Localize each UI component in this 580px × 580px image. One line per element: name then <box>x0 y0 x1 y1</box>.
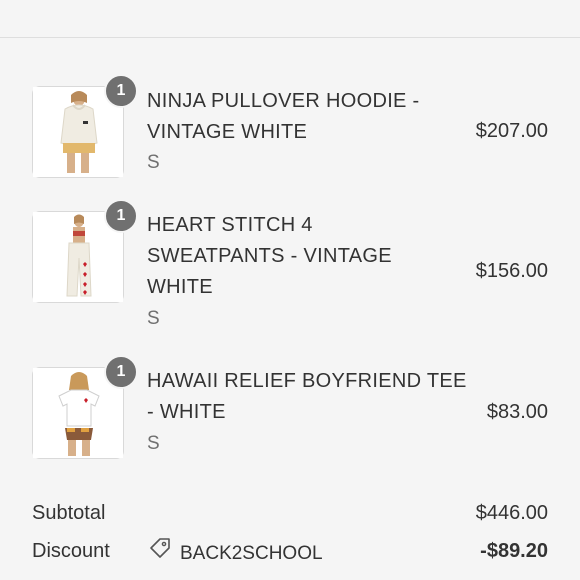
product-name[interactable]: HAWAII RELIEF BOYFRIEND TEE - WHITE <box>147 366 467 428</box>
discount-code-chip: BACK2SCHOOL <box>148 536 323 570</box>
tag-icon <box>148 536 172 570</box>
product-price: $207.00 <box>475 120 548 142</box>
product-name-line: VINTAGE WHITE <box>147 121 308 143</box>
quantity-badge: 1 <box>104 355 138 389</box>
product-name-line: SWEATPANTS - VINTAGE <box>147 245 392 267</box>
product-name-line: HEART STITCH 4 <box>147 214 313 236</box>
product-variant: S <box>147 152 160 173</box>
product-name-line: - WHITE <box>147 401 226 423</box>
product-variant: S <box>147 433 160 454</box>
product-name[interactable]: NINJA PULLOVER HOODIE - VINTAGE WHITE <box>147 86 447 148</box>
header-divider <box>0 0 580 38</box>
subtotal-value: $446.00 <box>475 502 548 524</box>
discount-label: Discount <box>32 540 110 562</box>
discount-value: -$89.20 <box>480 540 548 562</box>
product-price: $83.00 <box>486 401 548 423</box>
product-name-line: WHITE <box>147 276 213 298</box>
product-variant: S <box>147 308 160 329</box>
subtotal-label: Subtotal <box>32 502 106 524</box>
discount-row: Discount BACK2SCHOOL -$89.20 <box>32 536 548 567</box>
discount-code-text: BACK2SCHOOL <box>180 542 323 564</box>
product-name-line: HAWAII RELIEF BOYFRIEND TEE <box>147 370 467 392</box>
quantity-badge: 1 <box>104 74 138 108</box>
product-price: $156.00 <box>475 260 548 282</box>
subtotal-row: Subtotal $446.00 <box>32 498 548 529</box>
product-name-line: NINJA PULLOVER HOODIE - <box>147 90 420 112</box>
quantity-badge: 1 <box>104 199 138 233</box>
product-name[interactable]: HEART STITCH 4 SWEATPANTS - VINTAGE WHIT… <box>147 210 447 303</box>
